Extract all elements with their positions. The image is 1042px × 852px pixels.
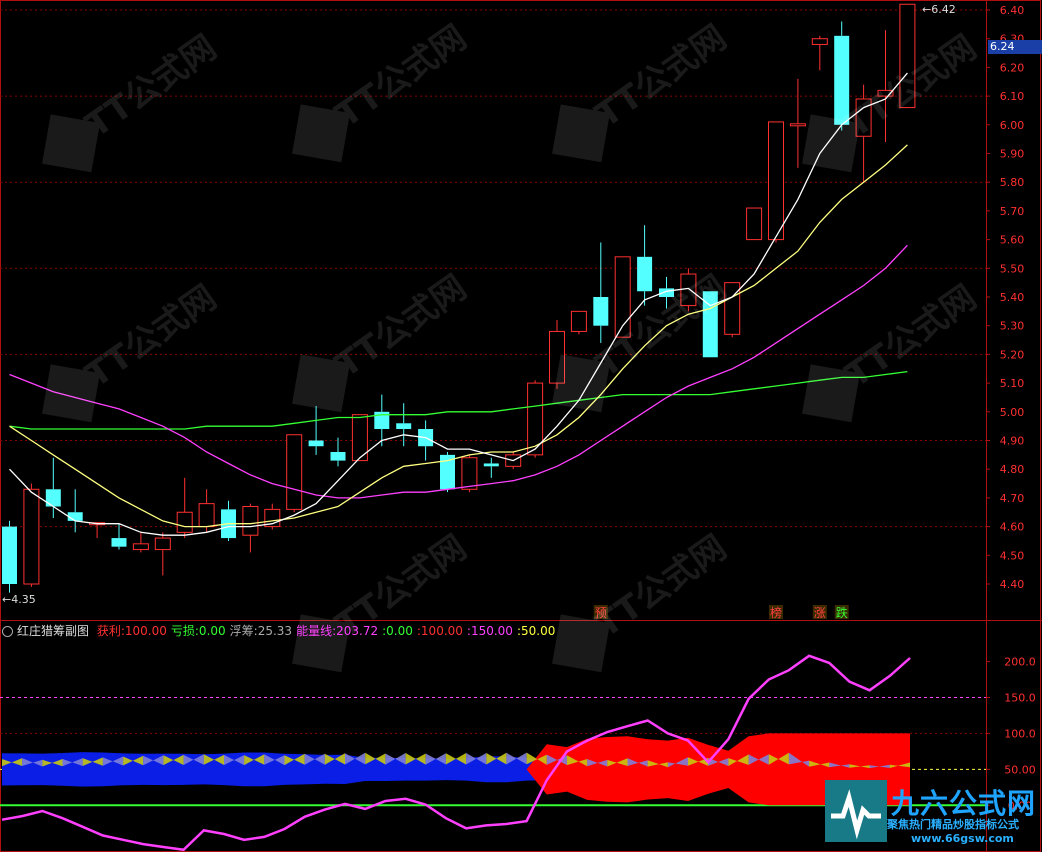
current-price-tag: 6.24 bbox=[988, 40, 1042, 54]
candle-body bbox=[198, 503, 215, 528]
price-tick-label: 5.10 bbox=[1000, 377, 1025, 390]
price-tick-label: 6.20 bbox=[1000, 61, 1025, 74]
signal-label: 跌 bbox=[836, 605, 848, 620]
candle-body bbox=[67, 512, 83, 521]
price-tick-label: 5.40 bbox=[1000, 291, 1025, 304]
signal-label: 榜 bbox=[770, 605, 782, 620]
indicator-item: :150.00 bbox=[466, 624, 513, 638]
price-tick-label: 5.70 bbox=[1000, 205, 1025, 218]
indicator-item: 浮筹:25.33 bbox=[229, 624, 293, 638]
sub-tick-label: 200.0 bbox=[1004, 656, 1036, 669]
price-tick-label: 6.10 bbox=[1000, 90, 1025, 103]
candle-body bbox=[789, 123, 806, 127]
indicator-title-bar: 红庄猎筹副图 获利:100.00 亏损:0.00 浮筹:25.33 能量线:203.7… bbox=[0, 622, 986, 640]
candle-body bbox=[286, 434, 303, 510]
price-tick-label: 4.60 bbox=[1000, 521, 1025, 534]
watermark-text: TT公式网 bbox=[329, 268, 474, 386]
candle-body bbox=[811, 38, 828, 45]
price-tick-label: 4.70 bbox=[1000, 492, 1025, 505]
watermark: TT公式网 bbox=[292, 268, 474, 413]
candle-body bbox=[330, 451, 346, 461]
price-tick-label: 5.80 bbox=[1000, 176, 1025, 189]
price-tick-label: 4.90 bbox=[1000, 435, 1025, 448]
ma60-line bbox=[9, 370, 908, 430]
brand-logo-icon bbox=[825, 780, 887, 842]
indicator-item: :0.00 bbox=[382, 624, 413, 638]
candle-body bbox=[724, 282, 741, 335]
sub-tick-label: 50.00 bbox=[1004, 763, 1036, 776]
candle-body bbox=[593, 297, 609, 326]
candle-body bbox=[132, 543, 149, 551]
price-tick-label: 6.00 bbox=[1000, 119, 1025, 132]
candle-body bbox=[461, 457, 478, 490]
watermark-text: TT公式网 bbox=[589, 18, 734, 136]
brand-badge: 九六公式网 聚焦热门精品炒股指标公式 www.66gsw.com bbox=[825, 780, 1042, 852]
price-tick-label: 5.20 bbox=[1000, 348, 1025, 361]
price-tick-label: 5.60 bbox=[1000, 234, 1025, 247]
candle-body bbox=[637, 256, 653, 292]
watermark-text: TT公式网 bbox=[839, 278, 984, 396]
price-tick-label: 6.40 bbox=[1000, 4, 1025, 17]
watermark-text: TT公式网 bbox=[79, 278, 224, 396]
watermark: TT公式网 bbox=[42, 28, 224, 173]
candle-body bbox=[768, 121, 784, 241]
candle-body bbox=[483, 463, 499, 467]
candle-body bbox=[2, 526, 17, 584]
candle-body bbox=[746, 207, 763, 241]
watermark: TT公式网 bbox=[552, 18, 734, 163]
price-tick-label: 5.00 bbox=[1000, 406, 1025, 419]
brand-url[interactable]: www.66gsw.com bbox=[911, 832, 1014, 845]
price-tick-label: 5.90 bbox=[1000, 148, 1025, 161]
candle-body bbox=[176, 511, 193, 533]
candle-body bbox=[396, 423, 412, 430]
watermark-text: TT公式网 bbox=[329, 18, 474, 136]
chart-canvas[interactable]: 6.406.306.206.106.005.905.805.705.605.50… bbox=[0, 0, 1042, 852]
price-tick-label: 4.40 bbox=[1000, 578, 1025, 591]
indicator-item: 获利:100.00 bbox=[96, 624, 167, 638]
signal-label: 涨 bbox=[814, 605, 826, 620]
candle-body bbox=[111, 538, 127, 547]
indicator-item: 亏损:0.00 bbox=[170, 624, 226, 638]
candle-body bbox=[242, 506, 259, 536]
candle-body bbox=[45, 489, 61, 507]
indicator-item: :50.00 bbox=[516, 624, 556, 638]
indicator-item: :100.00 bbox=[416, 624, 463, 638]
price-tick-label: 5.50 bbox=[1000, 262, 1025, 275]
sub-tick-label: 150.0 bbox=[1004, 691, 1036, 704]
watermark: TT公式网 bbox=[292, 18, 474, 163]
price-tick-label: 4.80 bbox=[1000, 463, 1025, 476]
watermark: TT公式网 bbox=[552, 528, 734, 673]
sub-tick-label: 100.0 bbox=[1004, 727, 1036, 740]
chart-window: 6.406.306.206.106.005.905.805.705.605.50… bbox=[0, 0, 1042, 852]
indicator-settings-icon[interactable] bbox=[2, 626, 13, 637]
candle-body bbox=[154, 537, 171, 551]
candle-body bbox=[23, 488, 40, 585]
indicator-name[interactable]: 红庄猎筹副图 bbox=[17, 624, 89, 638]
candle-body bbox=[570, 310, 587, 332]
watermark-text: TT公式网 bbox=[79, 28, 224, 146]
candle-body bbox=[308, 440, 324, 447]
price-tick-label: 4.50 bbox=[1000, 549, 1025, 562]
brand-subtitle: 聚焦热门精品炒股指标公式 bbox=[887, 818, 1019, 831]
indicator-item: 能量线:203.72 bbox=[296, 624, 379, 638]
watermark: TT公式网 bbox=[292, 528, 474, 673]
price-tick-label: 5.30 bbox=[1000, 320, 1025, 333]
low-price-label: ←4.35 bbox=[2, 593, 36, 606]
high-price-label: ←6.42 bbox=[922, 3, 956, 16]
